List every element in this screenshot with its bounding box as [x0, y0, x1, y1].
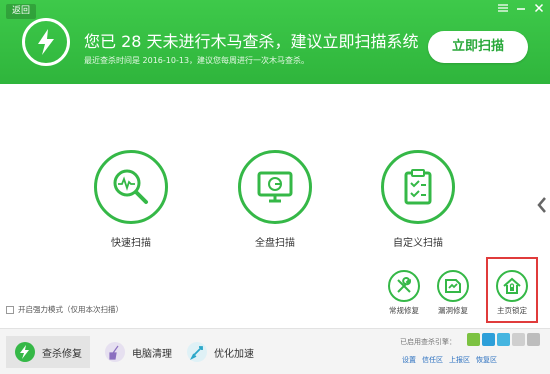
- custom-scan-label: 自定义扫描: [393, 238, 443, 249]
- custom-scan-clipboard-icon[interactable]: [381, 150, 455, 224]
- trust-zone-link[interactable]: 信任区: [422, 355, 443, 365]
- system-repair-engine-icon[interactable]: [497, 333, 510, 346]
- menu-icon[interactable]: [496, 2, 510, 16]
- tab-optimize-label: 优化加速: [214, 348, 254, 360]
- scan-status-header: 返回 您已 28 天未进行木马查杀，建议立即扫描系统 最近查杀时间是 2016-…: [0, 0, 550, 84]
- strong-mode-option[interactable]: 开启强力模式（仅用本次扫描）: [6, 304, 123, 315]
- general-repair-label: 常规修复: [389, 306, 419, 315]
- broom-icon: [105, 342, 125, 362]
- vulnerability-repair-icon[interactable]: [437, 270, 469, 302]
- homepage-lock-highlight-box: [486, 257, 538, 323]
- tab-scan-repair[interactable]: 查杀修复: [6, 336, 90, 368]
- quick-scan-label: 快速扫描: [111, 238, 151, 249]
- restore-zone-link[interactable]: 恢复区: [476, 355, 497, 365]
- rocket-icon: [187, 342, 207, 362]
- scan-now-button[interactable]: 立即扫描: [428, 31, 528, 63]
- minimize-icon[interactable]: [514, 2, 528, 16]
- general-repair-tool[interactable]: 常规修复: [381, 270, 427, 316]
- wrench-screwdriver-icon[interactable]: [388, 270, 420, 302]
- tab-scan-repair-label: 查杀修复: [42, 348, 82, 360]
- close-icon[interactable]: [532, 2, 546, 16]
- tab-optimize[interactable]: 优化加速: [178, 336, 262, 368]
- report-zone-link[interactable]: 上报区: [449, 355, 470, 365]
- engine-label: 已启用查杀引擎：: [400, 338, 456, 346]
- lightning-status-icon: [22, 18, 70, 66]
- strong-mode-checkbox[interactable]: [6, 305, 14, 314]
- lightning-icon: [15, 342, 35, 362]
- tab-pc-clean[interactable]: 电脑清理: [96, 336, 180, 368]
- scan-warning-headline: 您已 28 天未进行木马查杀，建议立即扫描系统: [84, 32, 419, 51]
- quick-scan-option[interactable]: 快速扫描: [88, 150, 174, 249]
- settings-link[interactable]: 设置: [402, 355, 416, 365]
- antivirus-app-window: 返回 您已 28 天未进行木马查杀，建议立即扫描系统 最近查杀时间是 2016-…: [0, 0, 550, 374]
- strong-mode-label: 开启强力模式（仅用本次扫描）: [18, 305, 123, 314]
- avira-engine-icon[interactable]: [512, 333, 525, 346]
- quick-scan-magnifier-icon[interactable]: [94, 150, 168, 224]
- back-button[interactable]: 返回: [6, 4, 36, 19]
- window-controls: [496, 2, 546, 16]
- bottom-links: 设置 信任区 上报区 恢复区: [402, 355, 497, 365]
- last-scan-info: 最近查杀时间是 2016-10-13，建议您每周进行一次木马查杀。: [84, 56, 310, 65]
- full-scan-option[interactable]: 全盘扫描: [232, 150, 318, 249]
- custom-scan-option[interactable]: 自定义扫描: [375, 150, 461, 249]
- next-page-arrow-icon[interactable]: [536, 196, 548, 214]
- vulnerability-repair-tool[interactable]: 漏洞修复: [430, 270, 476, 316]
- full-disk-monitor-icon[interactable]: [238, 150, 312, 224]
- bitdefender-engine-icon[interactable]: [527, 333, 540, 346]
- full-scan-label: 全盘扫描: [255, 238, 295, 249]
- qvm-engine-icon[interactable]: [482, 333, 495, 346]
- engine-icons: [467, 333, 540, 346]
- vulnerability-repair-label: 漏洞修复: [438, 306, 468, 315]
- tab-pc-clean-label: 电脑清理: [132, 348, 172, 360]
- cloud-engine-icon[interactable]: [467, 333, 480, 346]
